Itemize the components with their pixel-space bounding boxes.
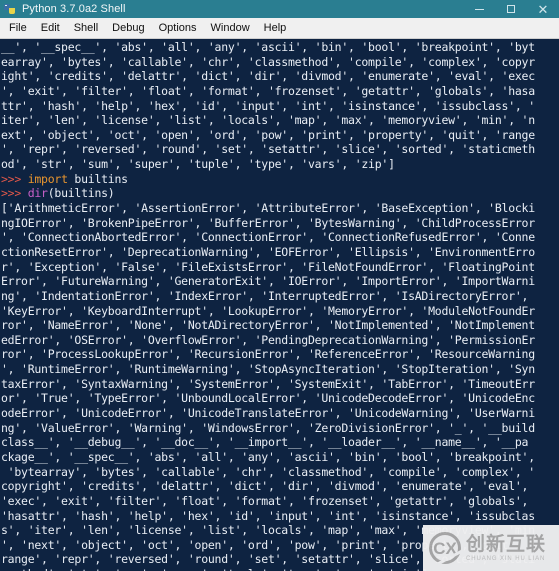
shell-input-line: >>> dir(builtins) (1, 186, 559, 201)
shell-output-line: ', 'RuntimeError', 'RuntimeWarning', 'St… (1, 362, 535, 377)
watermark-overlay: CX 创新互联 CHUANG XIN HU LIAN (423, 525, 559, 571)
keyword-token: import (27, 171, 68, 186)
shell-output-line: ror', 'NameError', 'None', 'NotADirector… (1, 318, 535, 333)
menu-item-options[interactable]: Options (152, 20, 204, 37)
shell-output-line: 'KeyError', 'KeyboardInterrupt', 'Lookup… (1, 303, 535, 318)
menu-item-shell[interactable]: Shell (67, 20, 105, 37)
title-bar: Python 3.7.0a2 Shell ✕ (0, 0, 559, 18)
code-text: (builtins) (47, 186, 115, 201)
shell-output-line: __', '__spec__', 'abs', 'all', 'any', 'a… (1, 40, 535, 54)
shell-output-line: r', 'Exception', 'False', 'FileExistsErr… (1, 259, 535, 274)
menu-bar: File Edit Shell Debug Options Window Hel… (0, 18, 559, 39)
shell-output: __', '__spec__', 'abs', 'all', 'any', 'a… (1, 40, 559, 571)
close-button[interactable]: ✕ (527, 0, 559, 18)
shell-output-line: copyright', 'credits', 'delattr', 'dict'… (1, 479, 535, 494)
shell-output-line: ckage__', '__spec__', 'abs', 'all', 'any… (1, 449, 535, 464)
window-controls: ✕ (463, 0, 559, 18)
shell-input-line: >>> import builtins (1, 172, 559, 187)
shell-output-line: ', 'exit', 'filter', 'float', 'format', … (1, 83, 535, 98)
shell-output-line: ext', 'object', 'oct', 'open', 'ord', 'p… (1, 127, 535, 142)
shell-output-line: Error', 'FutureWarning', 'GeneratorExit'… (1, 274, 535, 289)
shell-output-line: ng', 'IndentationError', 'IndexError', '… (1, 288, 535, 303)
shell-output-line: ror', 'ProcessLookupError', 'RecursionEr… (1, 347, 535, 362)
shell-output-line: iter', 'len', 'license', 'list', 'locals… (1, 113, 535, 128)
shell-output-line: ng', 'ValueError', 'Warning', 'WindowsEr… (1, 420, 535, 435)
minimize-icon (474, 8, 484, 10)
shell-output-line: 'exec', 'exit', 'filter', 'float', 'form… (1, 493, 535, 508)
shell-output-line: 'bytearray', 'bytes', 'callable', 'chr',… (1, 464, 535, 479)
maximize-icon (507, 5, 515, 13)
builtin-token: dir (27, 186, 48, 201)
cx-circle-logo-icon: CX (429, 532, 467, 570)
minimize-button[interactable] (463, 0, 495, 18)
shell-output-line: odeError', 'UnicodeError', 'UnicodeTrans… (1, 406, 535, 421)
python-logo-icon (4, 3, 17, 16)
prompt-token: >>> (1, 186, 28, 201)
window-title: Python 3.7.0a2 Shell (22, 3, 126, 15)
shell-output-line: 'hasattr', 'hash', 'help', 'hex', 'id', … (1, 508, 535, 523)
shell-output-line: class__', '__debug__', '__doc__', '__imp… (1, 435, 529, 450)
close-icon: ✕ (537, 1, 549, 17)
shell-output-line: edError', 'OSError', 'OverflowError', 'P… (1, 332, 535, 347)
code-text: builtins (67, 171, 128, 186)
shell-text-area[interactable]: __', '__spec__', 'abs', 'all', 'any', 'a… (0, 39, 559, 571)
watermark-chinese-text: 创新互联 (466, 533, 547, 555)
menu-item-debug[interactable]: Debug (105, 20, 151, 37)
shell-output-line: ['ArithmeticError', 'AssertionError', 'A… (1, 201, 535, 216)
shell-output-line: ctionResetError', 'DeprecationWarning', … (1, 244, 535, 259)
maximize-button[interactable] (495, 0, 527, 18)
shell-output-line: ight', 'credits', 'delattr', 'dict', 'di… (1, 69, 535, 84)
menu-item-help[interactable]: Help (257, 20, 294, 37)
menu-item-file[interactable]: File (2, 20, 34, 37)
shell-output-line: ', 'repr', 'reversed', 'round', 'set', '… (1, 142, 535, 157)
menu-item-window[interactable]: Window (204, 20, 257, 37)
watermark-pinyin-text: CHUANG XIN HU LIAN (466, 555, 546, 562)
shell-output-line: taxError', 'SyntaxWarning', 'SystemError… (1, 376, 535, 391)
shell-output-line: ttr', 'hash', 'help', 'hex', 'id', 'inpu… (1, 98, 535, 113)
menu-item-edit[interactable]: Edit (34, 20, 67, 37)
prompt-token: >>> (1, 171, 28, 186)
shell-output-line: od', 'str', 'sum', 'super', 'tuple', 'ty… (1, 157, 395, 172)
shell-output-line: ', 'ConnectionAbortedError', 'Connection… (1, 230, 535, 245)
shell-output-line: earray', 'bytes', 'callable', 'chr', 'cl… (1, 54, 535, 69)
python-idle-shell-window: Python 3.7.0a2 Shell ✕ File Edit Shell D… (0, 0, 559, 571)
shell-output-line: ngIOError', 'BrokenPipeError', 'BufferEr… (1, 215, 535, 230)
shell-output-line: or', 'True', 'TypeError', 'UnboundLocalE… (1, 391, 535, 406)
